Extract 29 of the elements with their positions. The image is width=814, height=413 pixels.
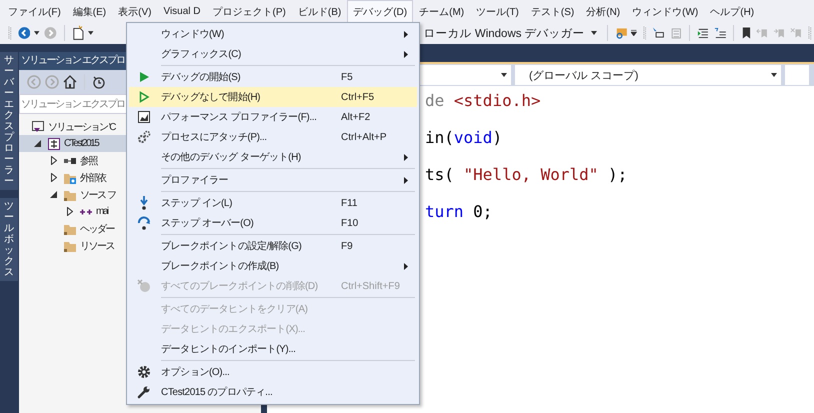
code-line: ts( "Hello, World" );: [425, 164, 628, 186]
menu-item-label: プロファイラー: [161, 174, 228, 187]
menu-item-label: ウィンドウ(W): [161, 28, 224, 41]
menu-item-label: すべてのブレークポイントの削除(D): [161, 280, 318, 293]
code-line: turn 0;: [425, 201, 494, 223]
menu-item-label: オプション(O)...: [161, 366, 230, 379]
shortcut-text: Ctrl+F5: [341, 92, 374, 102]
code-line: in(void): [425, 127, 504, 149]
shortcut-text: F10: [341, 218, 358, 228]
menu-item-label: パフォーマンス プロファイラー(F)...: [161, 110, 316, 124]
shortcut-text: Ctrl+Shift+F9: [341, 280, 400, 292]
code-line: de <stdio.h>: [425, 90, 542, 112]
shortcut-text: F11: [341, 198, 358, 208]
shortcut-text: Ctrl+Alt+P: [341, 132, 387, 142]
menu-item-label: その他のデバッグ ターゲット(H): [161, 151, 301, 164]
menu-item-label: ブレークポイントの設定/解除(G): [161, 240, 302, 253]
menu-item-label: ブレークポイントの作成(B): [161, 260, 279, 273]
menu-item-label: データヒントのエクスポート(X)...: [161, 323, 306, 336]
menu-item-label: ステップ イン(L): [161, 196, 232, 210]
menu-item-label: デバッグなしで開始(H): [161, 91, 260, 104]
menu-item-label: CTest2015 のプロパティ...: [161, 386, 272, 399]
shortcut-text: F5: [341, 72, 353, 82]
menu-item-label: プロセスにアタッチ(P)...: [161, 130, 267, 144]
shortcut-text: Alt+F2: [341, 112, 370, 122]
shortcut-text: F9: [341, 240, 353, 252]
menu-item-label: デバッグの開始(S): [161, 71, 240, 84]
menu-item-label: すべてのデータヒントをクリア(A): [161, 303, 308, 316]
menu-item-label: ステップ オーバー(O): [161, 216, 254, 230]
menu-item-label: データヒントのインポート(Y)...: [161, 343, 296, 356]
